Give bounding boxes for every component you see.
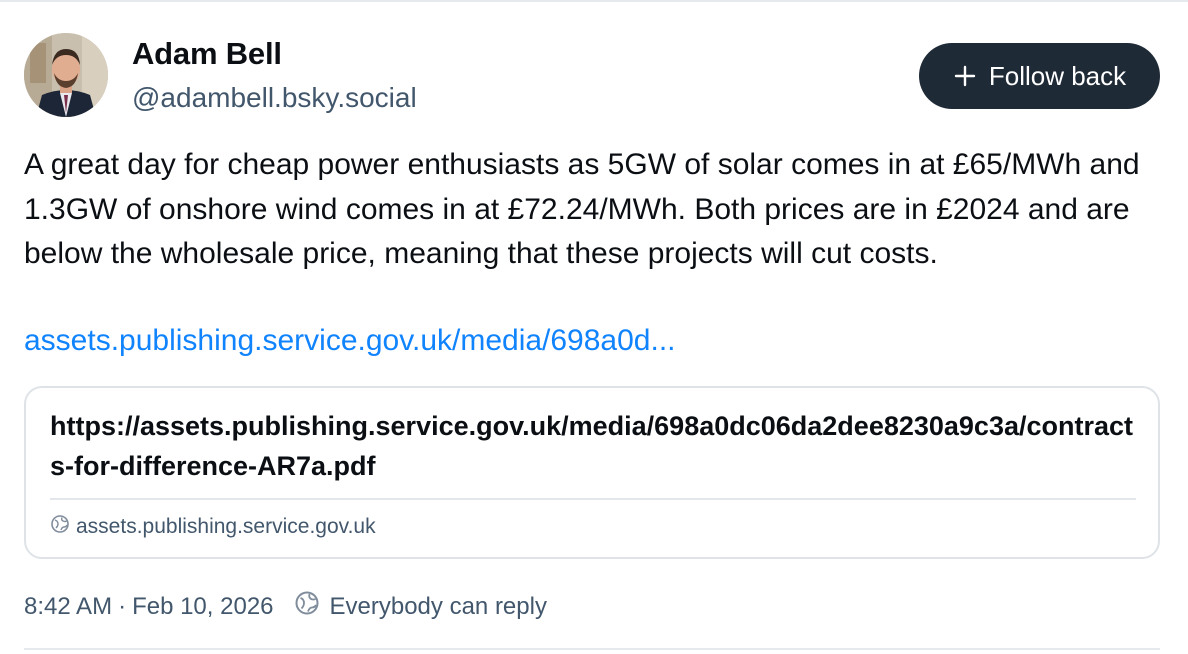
globe-icon: [50, 514, 70, 539]
link-card-domain: assets.publishing.service.gov.uk: [76, 514, 376, 538]
reply-setting-label: Everybody can reply: [329, 592, 547, 620]
post-date[interactable]: Feb 10, 2026: [132, 593, 273, 621]
author-avatar[interactable]: [24, 33, 108, 117]
top-divider: [0, 0, 1188, 2]
link-preview-card[interactable]: https://assets.publishing.service.gov.uk…: [24, 386, 1160, 559]
link-card-domain-row: assets.publishing.service.gov.uk: [50, 514, 376, 539]
follow-back-button[interactable]: Follow back: [919, 43, 1160, 109]
bottom-divider: [24, 648, 1160, 650]
post-link[interactable]: assets.publishing.service.gov.uk/media/6…: [24, 321, 676, 361]
post-meta: 8:42 AM · Feb 10, 2026 Everybody can rep…: [24, 590, 547, 623]
author-name[interactable]: Adam Bell: [132, 36, 282, 72]
reply-setting[interactable]: Everybody can reply: [294, 590, 547, 623]
follow-back-label: Follow back: [988, 60, 1127, 91]
post-time[interactable]: 8:42 AM: [24, 593, 112, 621]
post-text: A great day for cheap power enthusiasts …: [24, 148, 1140, 270]
link-card-title: https://assets.publishing.service.gov.uk…: [50, 411, 1134, 481]
author-handle[interactable]: @adambell.bsky.social: [132, 82, 417, 114]
meta-separator: ·: [118, 592, 127, 620]
globe-icon: [294, 590, 320, 623]
plus-icon: [953, 64, 977, 88]
link-card-divider: [50, 498, 1136, 500]
avatar-photo-icon: [24, 33, 108, 117]
